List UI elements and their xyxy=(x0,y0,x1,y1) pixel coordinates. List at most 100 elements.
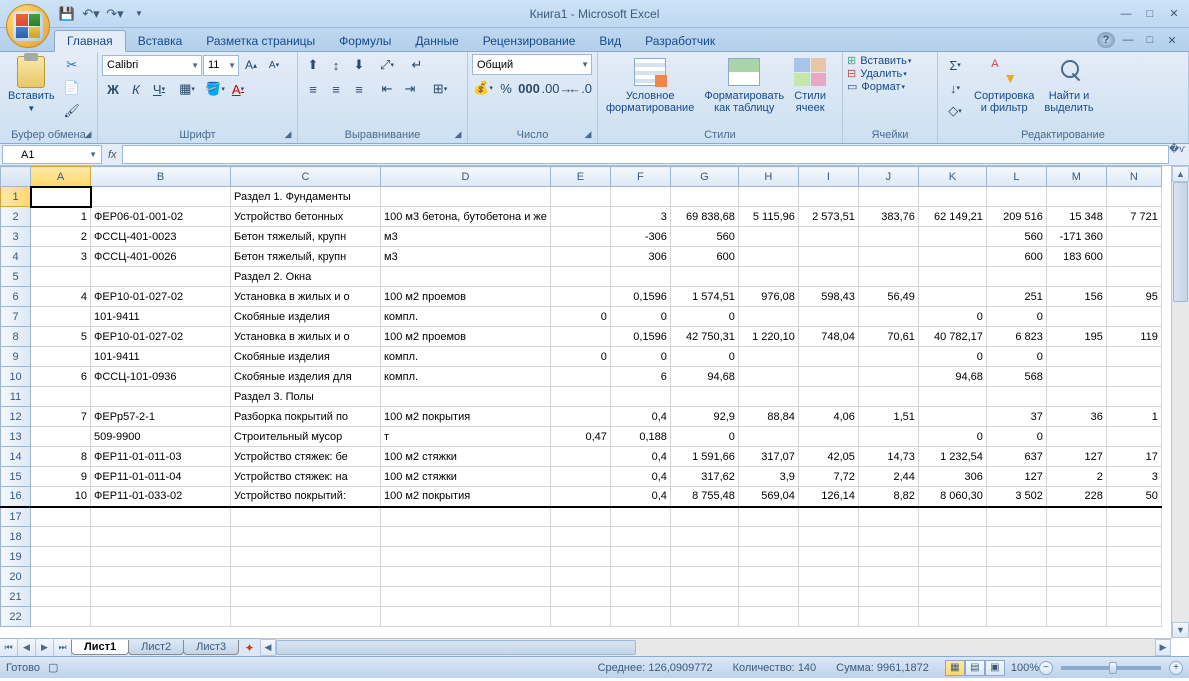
cell[interactable] xyxy=(738,567,798,587)
row-header-19[interactable]: 19 xyxy=(1,547,31,567)
cell[interactable]: 0 xyxy=(670,307,738,327)
cell[interactable] xyxy=(918,247,986,267)
cell[interactable]: 126,14 xyxy=(798,487,858,507)
cut-icon[interactable]: ✂ xyxy=(61,54,83,76)
cell[interactable]: 2 573,51 xyxy=(798,207,858,227)
col-header-I[interactable]: I xyxy=(798,167,858,187)
cell[interactable] xyxy=(31,267,91,287)
cell[interactable]: 637 xyxy=(986,447,1046,467)
cell[interactable] xyxy=(1046,587,1106,607)
cell[interactable]: ФССЦ-101-0936 xyxy=(91,367,231,387)
cell[interactable]: 1 xyxy=(31,207,91,227)
cell[interactable]: 8 755,48 xyxy=(670,487,738,507)
cell[interactable]: 6 823 xyxy=(986,327,1046,347)
orientation-icon[interactable]: ⤢▾ xyxy=(376,54,398,76)
sheet-tab-2[interactable]: Лист2 xyxy=(128,640,184,655)
cell[interactable] xyxy=(1046,547,1106,567)
cell[interactable]: 0 xyxy=(670,427,738,447)
cell[interactable]: 5 115,96 xyxy=(738,207,798,227)
cell[interactable] xyxy=(798,267,858,287)
cell[interactable] xyxy=(986,527,1046,547)
row-header-17[interactable]: 17 xyxy=(1,507,31,527)
cell[interactable]: м3 xyxy=(381,247,551,267)
delete-cells-button[interactable]: ⊟Удалить ▾ xyxy=(847,67,907,80)
align-center-icon[interactable]: ≡ xyxy=(325,78,347,100)
tab-home[interactable]: Главная xyxy=(54,30,126,52)
cell[interactable] xyxy=(381,387,551,407)
row-header-1[interactable]: 1 xyxy=(1,187,31,207)
cell[interactable]: 101-9411 xyxy=(91,307,231,327)
font-name-combo[interactable]: Calibri▼ xyxy=(102,55,202,76)
cell[interactable]: 88,84 xyxy=(738,407,798,427)
cell[interactable] xyxy=(550,467,610,487)
cell[interactable]: 40 782,17 xyxy=(918,327,986,347)
cell[interactable] xyxy=(670,507,738,527)
cell[interactable] xyxy=(670,587,738,607)
cell[interactable] xyxy=(550,587,610,607)
cell[interactable]: 317,62 xyxy=(670,467,738,487)
fill-color-icon[interactable]: 🪣▾ xyxy=(204,78,226,100)
cell[interactable]: 306 xyxy=(918,467,986,487)
fx-icon[interactable]: fx xyxy=(108,149,117,161)
zoom-level[interactable]: 100% xyxy=(1011,662,1039,674)
cell[interactable]: Скобяные изделия для xyxy=(231,367,381,387)
tab-page-layout[interactable]: Разметка страницы xyxy=(194,31,327,51)
cell[interactable]: 1 574,51 xyxy=(670,287,738,307)
cell[interactable]: 7 721 xyxy=(1106,207,1161,227)
cell[interactable]: 94,68 xyxy=(918,367,986,387)
cell[interactable] xyxy=(231,547,381,567)
cell[interactable] xyxy=(1106,227,1161,247)
cell[interactable]: 509-9900 xyxy=(91,427,231,447)
cell[interactable] xyxy=(1046,527,1106,547)
align-middle-icon[interactable]: ↕ xyxy=(325,54,347,76)
cell[interactable]: 598,43 xyxy=(798,287,858,307)
cell[interactable] xyxy=(231,607,381,627)
cell[interactable]: 0 xyxy=(550,347,610,367)
cell[interactable]: 568 xyxy=(986,367,1046,387)
comma-icon[interactable]: 000 xyxy=(518,77,540,99)
cell[interactable] xyxy=(610,527,670,547)
macro-rec-icon[interactable]: ▢ xyxy=(48,661,58,674)
cell[interactable] xyxy=(1046,427,1106,447)
cell[interactable]: 100 м2 покрытия xyxy=(381,487,551,507)
sheet-next-icon[interactable]: ▶ xyxy=(36,639,54,656)
spreadsheet-grid[interactable]: ABCDEFGHIJKLMN1Раздел 1. Фундаменты21ФЕР… xyxy=(0,166,1162,627)
col-header-K[interactable]: K xyxy=(918,167,986,187)
cell[interactable]: 0,4 xyxy=(610,487,670,507)
cell[interactable] xyxy=(738,367,798,387)
grow-font-icon[interactable]: A▴ xyxy=(240,54,262,76)
cell[interactable]: 560 xyxy=(986,227,1046,247)
cell[interactable]: Строительный мусор xyxy=(231,427,381,447)
cell[interactable] xyxy=(738,267,798,287)
row-header-21[interactable]: 21 xyxy=(1,587,31,607)
cell[interactable]: -306 xyxy=(610,227,670,247)
name-box-dropdown-icon[interactable]: ▼ xyxy=(89,150,97,159)
cell[interactable] xyxy=(670,607,738,627)
cell[interactable] xyxy=(610,267,670,287)
cell[interactable] xyxy=(381,507,551,527)
cell[interactable] xyxy=(231,507,381,527)
cell[interactable] xyxy=(31,307,91,327)
cell[interactable] xyxy=(738,427,798,447)
cell[interactable]: ФССЦ-401-0026 xyxy=(91,247,231,267)
row-header-15[interactable]: 15 xyxy=(1,467,31,487)
cell[interactable]: 69 838,68 xyxy=(670,207,738,227)
cell[interactable] xyxy=(858,507,918,527)
col-header-C[interactable]: C xyxy=(231,167,381,187)
cell[interactable]: 0,188 xyxy=(610,427,670,447)
cell[interactable] xyxy=(858,527,918,547)
cell[interactable]: 228 xyxy=(1046,487,1106,507)
close-icon[interactable]: ✕ xyxy=(1163,5,1185,23)
cell[interactable] xyxy=(1046,387,1106,407)
cell[interactable] xyxy=(798,547,858,567)
percent-icon[interactable]: % xyxy=(495,77,517,99)
font-launcher-icon[interactable]: ◢ xyxy=(281,127,295,141)
cell[interactable] xyxy=(670,547,738,567)
cell[interactable] xyxy=(858,347,918,367)
cell[interactable] xyxy=(858,187,918,207)
cell[interactable]: 209 516 xyxy=(986,207,1046,227)
scroll-down-icon[interactable]: ▼ xyxy=(1172,622,1189,638)
scroll-right-icon[interactable]: ▶ xyxy=(1155,639,1171,656)
cell[interactable] xyxy=(91,547,231,567)
cell[interactable] xyxy=(798,507,858,527)
